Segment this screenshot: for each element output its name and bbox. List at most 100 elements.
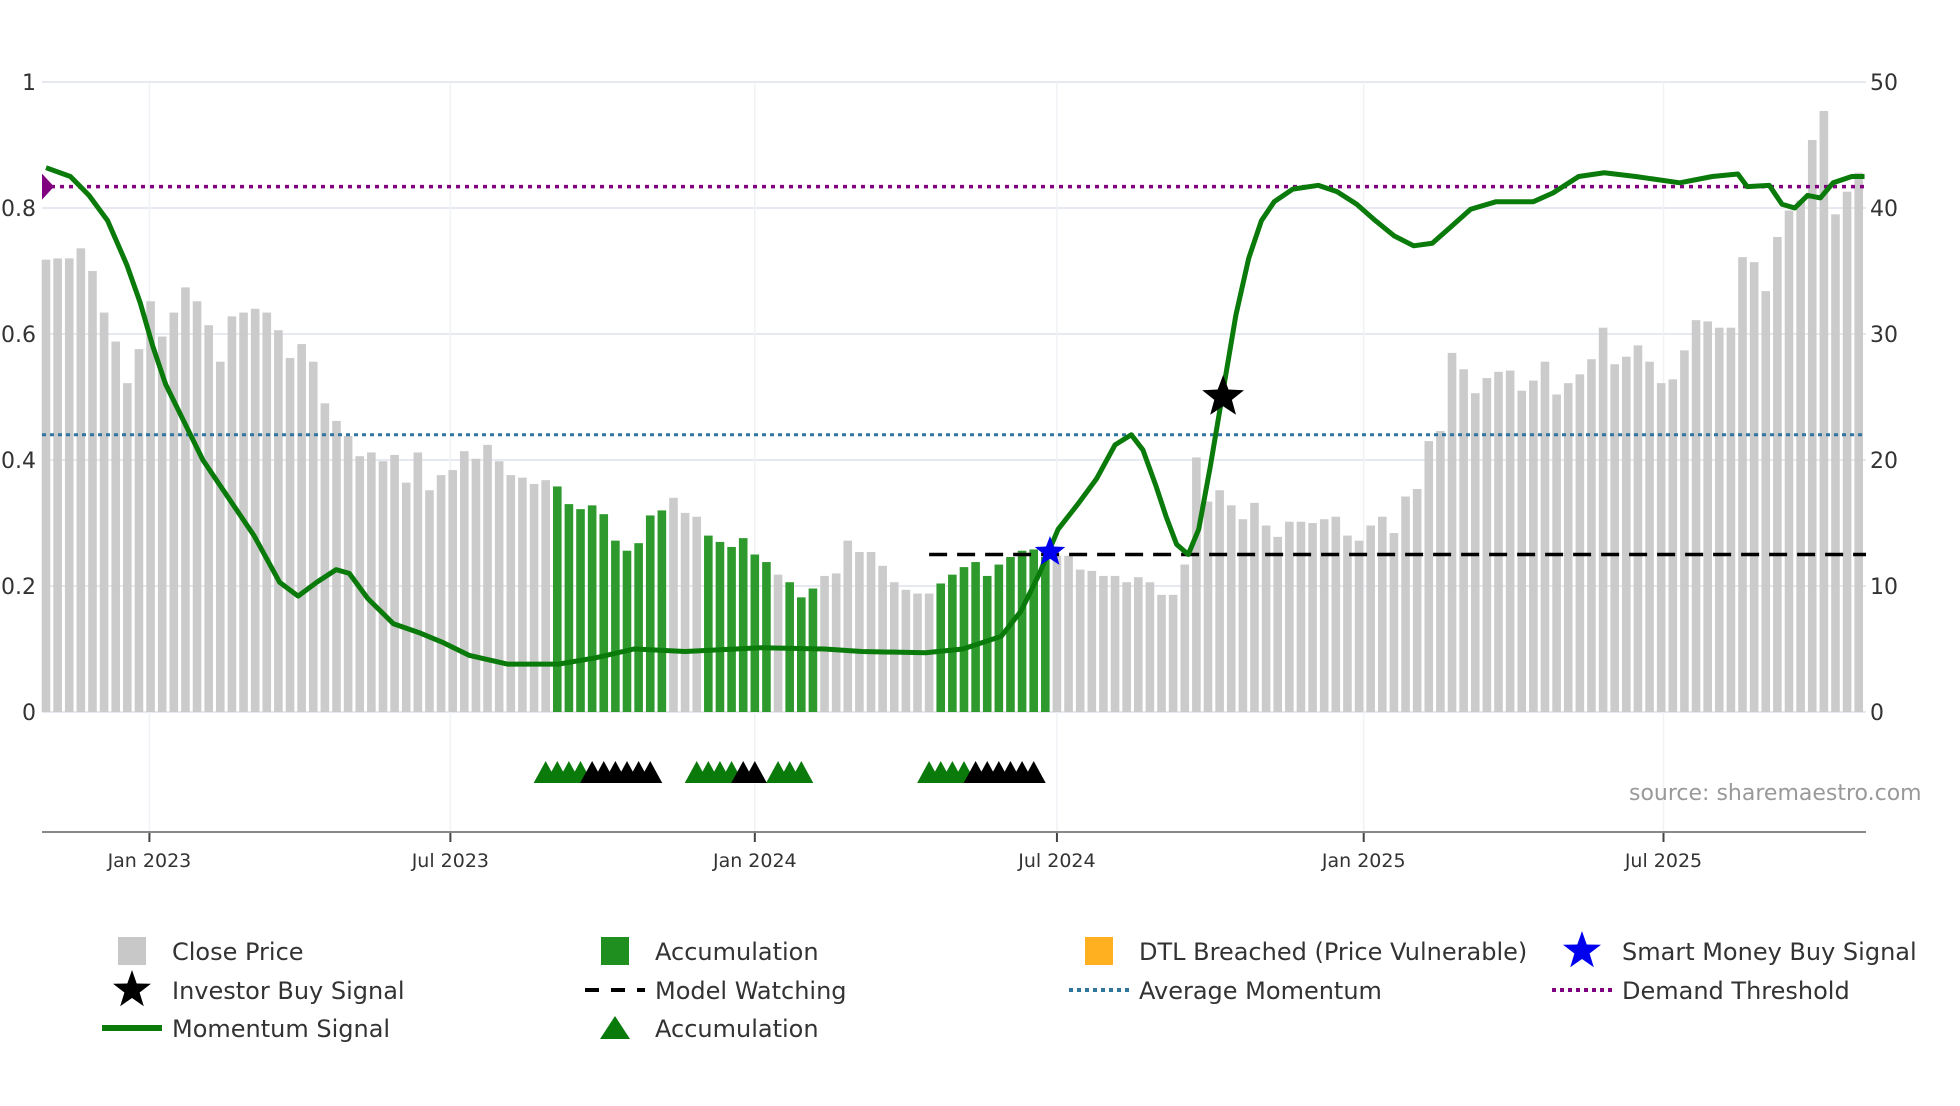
close-price-bar [866, 551, 876, 712]
close-price-bar [413, 452, 423, 712]
x-tick-label: Jan 2025 [1321, 850, 1406, 872]
legend-item: DTL Breached (Price Vulnerable) [1085, 937, 1527, 966]
legend-item: Accumulation [601, 937, 819, 966]
legend-label: DTL Breached (Price Vulnerable) [1139, 938, 1527, 966]
close-price-bar [529, 483, 539, 712]
close-price-bar [1424, 441, 1434, 712]
close-price-bar [390, 454, 399, 712]
close-price-bar [88, 271, 97, 712]
right-tick-label: 40 [1870, 197, 1898, 222]
close-price-bar [192, 301, 202, 712]
close-price-bar [204, 325, 213, 712]
investor-buy-star-icon [1202, 375, 1244, 415]
legend-item: Accumulation [600, 1015, 819, 1043]
close-price-bar [518, 477, 527, 712]
close-price-bar [76, 248, 86, 712]
close-price-bar [1842, 191, 1852, 712]
accumulation-bar [1041, 557, 1050, 712]
accumulation-bar [715, 541, 725, 712]
accumulation-bar [738, 538, 748, 712]
close-price-bar [1505, 370, 1515, 712]
close-price-bar [1366, 525, 1375, 712]
close-price-bar [1401, 496, 1410, 712]
x-tick-label: Jul 2023 [411, 850, 489, 872]
left-tick-label: 1 [22, 71, 36, 96]
right-tick-label: 20 [1870, 449, 1898, 474]
right-tick-label: 50 [1870, 71, 1898, 96]
accumulation-bar [599, 514, 609, 712]
close-price-bar [1819, 110, 1829, 713]
close-price-bar [1122, 582, 1131, 712]
close-price-bar [1622, 356, 1631, 712]
close-price-bar [773, 574, 783, 712]
close-price-bar [169, 312, 179, 712]
black-star-icon [113, 970, 151, 1007]
close-price-bar [134, 349, 144, 712]
close-price-bar [1389, 533, 1399, 712]
close-price-bar [1610, 364, 1619, 712]
close-price-bar [1726, 327, 1736, 712]
close-price-bar [1807, 139, 1817, 712]
close-price-bar [367, 452, 376, 712]
close-price-bar [1180, 564, 1190, 712]
close-price-bar [308, 361, 318, 712]
close-price-bar [1482, 378, 1492, 712]
close-price-bar [471, 458, 481, 712]
close-price-bar [332, 420, 341, 712]
close-price-bar [1273, 536, 1283, 712]
legend-item: Average Momentum [1069, 977, 1382, 1005]
accumulation-bar [727, 546, 736, 712]
legend-label: Accumulation [655, 938, 819, 966]
accumulation-bar [1006, 557, 1015, 712]
close-price-bar [483, 444, 492, 712]
green-triangle-icon [600, 1016, 630, 1039]
close-price-bar [64, 258, 74, 712]
left-tick-label: 0.6 [1, 323, 36, 348]
grey-bar-icon [118, 937, 146, 965]
close-price-bar [831, 573, 841, 712]
close-price-bar [1470, 393, 1480, 712]
close-price-bar [448, 470, 457, 712]
close-price-bar [146, 301, 155, 712]
close-price-bar [1296, 521, 1306, 712]
accumulation-bar [622, 550, 632, 712]
price-bars [41, 110, 1864, 713]
legend-item: Momentum Signal [102, 1015, 390, 1043]
legend-label: Average Momentum [1139, 977, 1382, 1005]
source-label: source: sharemaestro.com [1629, 781, 1922, 806]
x-tick-label: Jul 2025 [1624, 850, 1702, 872]
close-price-bar [1668, 379, 1678, 712]
close-price-bar [1145, 582, 1155, 712]
close-price-bar [1285, 521, 1294, 712]
legend-label: Accumulation [655, 1015, 819, 1043]
legend-item: Close Price [118, 937, 304, 966]
accumulation-bar [762, 562, 771, 712]
close-price-bar [401, 482, 411, 712]
close-price-bar [274, 330, 283, 712]
accumulation-bar [936, 583, 946, 712]
close-price-bar [1226, 505, 1236, 712]
close-price-bar [1064, 555, 1073, 712]
x-tick-label: Jan 2023 [107, 850, 192, 872]
close-price-bar [53, 258, 62, 712]
close-price-bar [878, 565, 887, 712]
accumulation-bar [971, 562, 980, 712]
momentum-chart: 00.20.40.60.8101020304050Jan 2023 Jul 202… [1, 71, 1922, 1043]
close-price-bar [1168, 594, 1178, 712]
close-price-bar [1157, 594, 1166, 712]
close-price-bar [1680, 350, 1689, 712]
accumulation-bar [704, 535, 713, 712]
close-price-bar [1192, 457, 1201, 712]
legend-label: Demand Threshold [1622, 977, 1850, 1005]
accumulation-bar [552, 486, 562, 712]
demand-diamond-icon [42, 173, 54, 200]
close-price-bar [1540, 361, 1550, 712]
close-price-bar [111, 341, 121, 712]
close-price-bar [1343, 535, 1352, 712]
close-price-bar [1691, 320, 1701, 712]
close-price-bar [1447, 352, 1457, 712]
close-price-bar [541, 480, 550, 712]
close-price-bar [669, 497, 678, 712]
close-price-bar [1738, 257, 1747, 712]
x-tick-label: Jul 2024 [1017, 850, 1095, 872]
